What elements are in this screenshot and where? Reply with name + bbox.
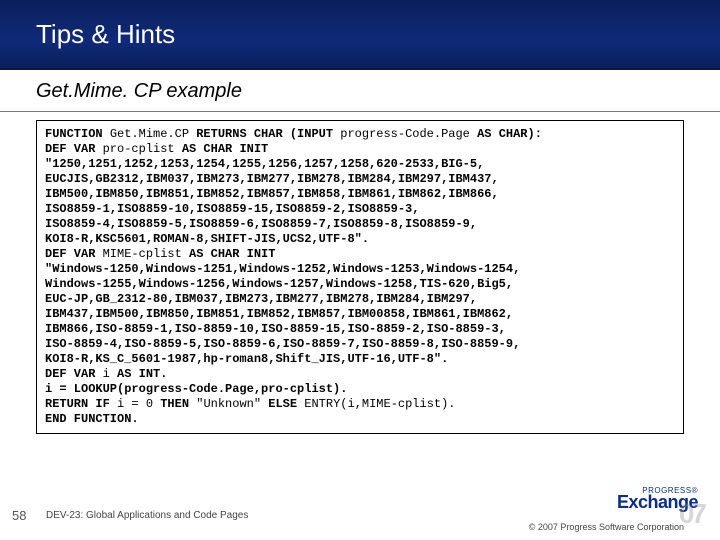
code-line-1: FUNCTION Get.Mime.CP RETURNS CHAR (INPUT… [45,127,675,142]
code-line-3: DEF VAR MIME-cplist AS CHAR INIT [45,247,675,262]
code-line-6: RETURN IF i = 0 THEN "Unknown" ELSE ENTR… [45,397,675,412]
page-number: 58 [12,508,34,523]
copyright-text: © 2007 Progress Software Corporation [529,522,684,532]
slide-header: Tips & Hints [0,0,720,70]
slide-title: Tips & Hints [36,19,175,50]
footer-title: DEV-23: Global Applications and Code Pag… [46,510,248,521]
code-block-2: "Windows-1250,Windows-1251,Windows-1252,… [45,262,675,367]
code-line-4: DEF VAR i AS INT. [45,367,675,382]
code-block-1: "1250,1251,1252,1253,1254,1255,1256,1257… [45,157,675,247]
code-line-7: END FUNCTION. [45,412,675,427]
code-line-5: i = LOOKUP(progress-Code.Page,pro-cplist… [45,382,675,397]
code-block: FUNCTION Get.Mime.CP RETURNS CHAR (INPUT… [36,120,684,434]
slide-footer: 58 DEV-23: Global Applications and Code … [0,490,720,540]
slide-subtitle: Get.Mime. CP example [0,70,720,112]
code-line-2: DEF VAR pro-cplist AS CHAR INIT [45,142,675,157]
